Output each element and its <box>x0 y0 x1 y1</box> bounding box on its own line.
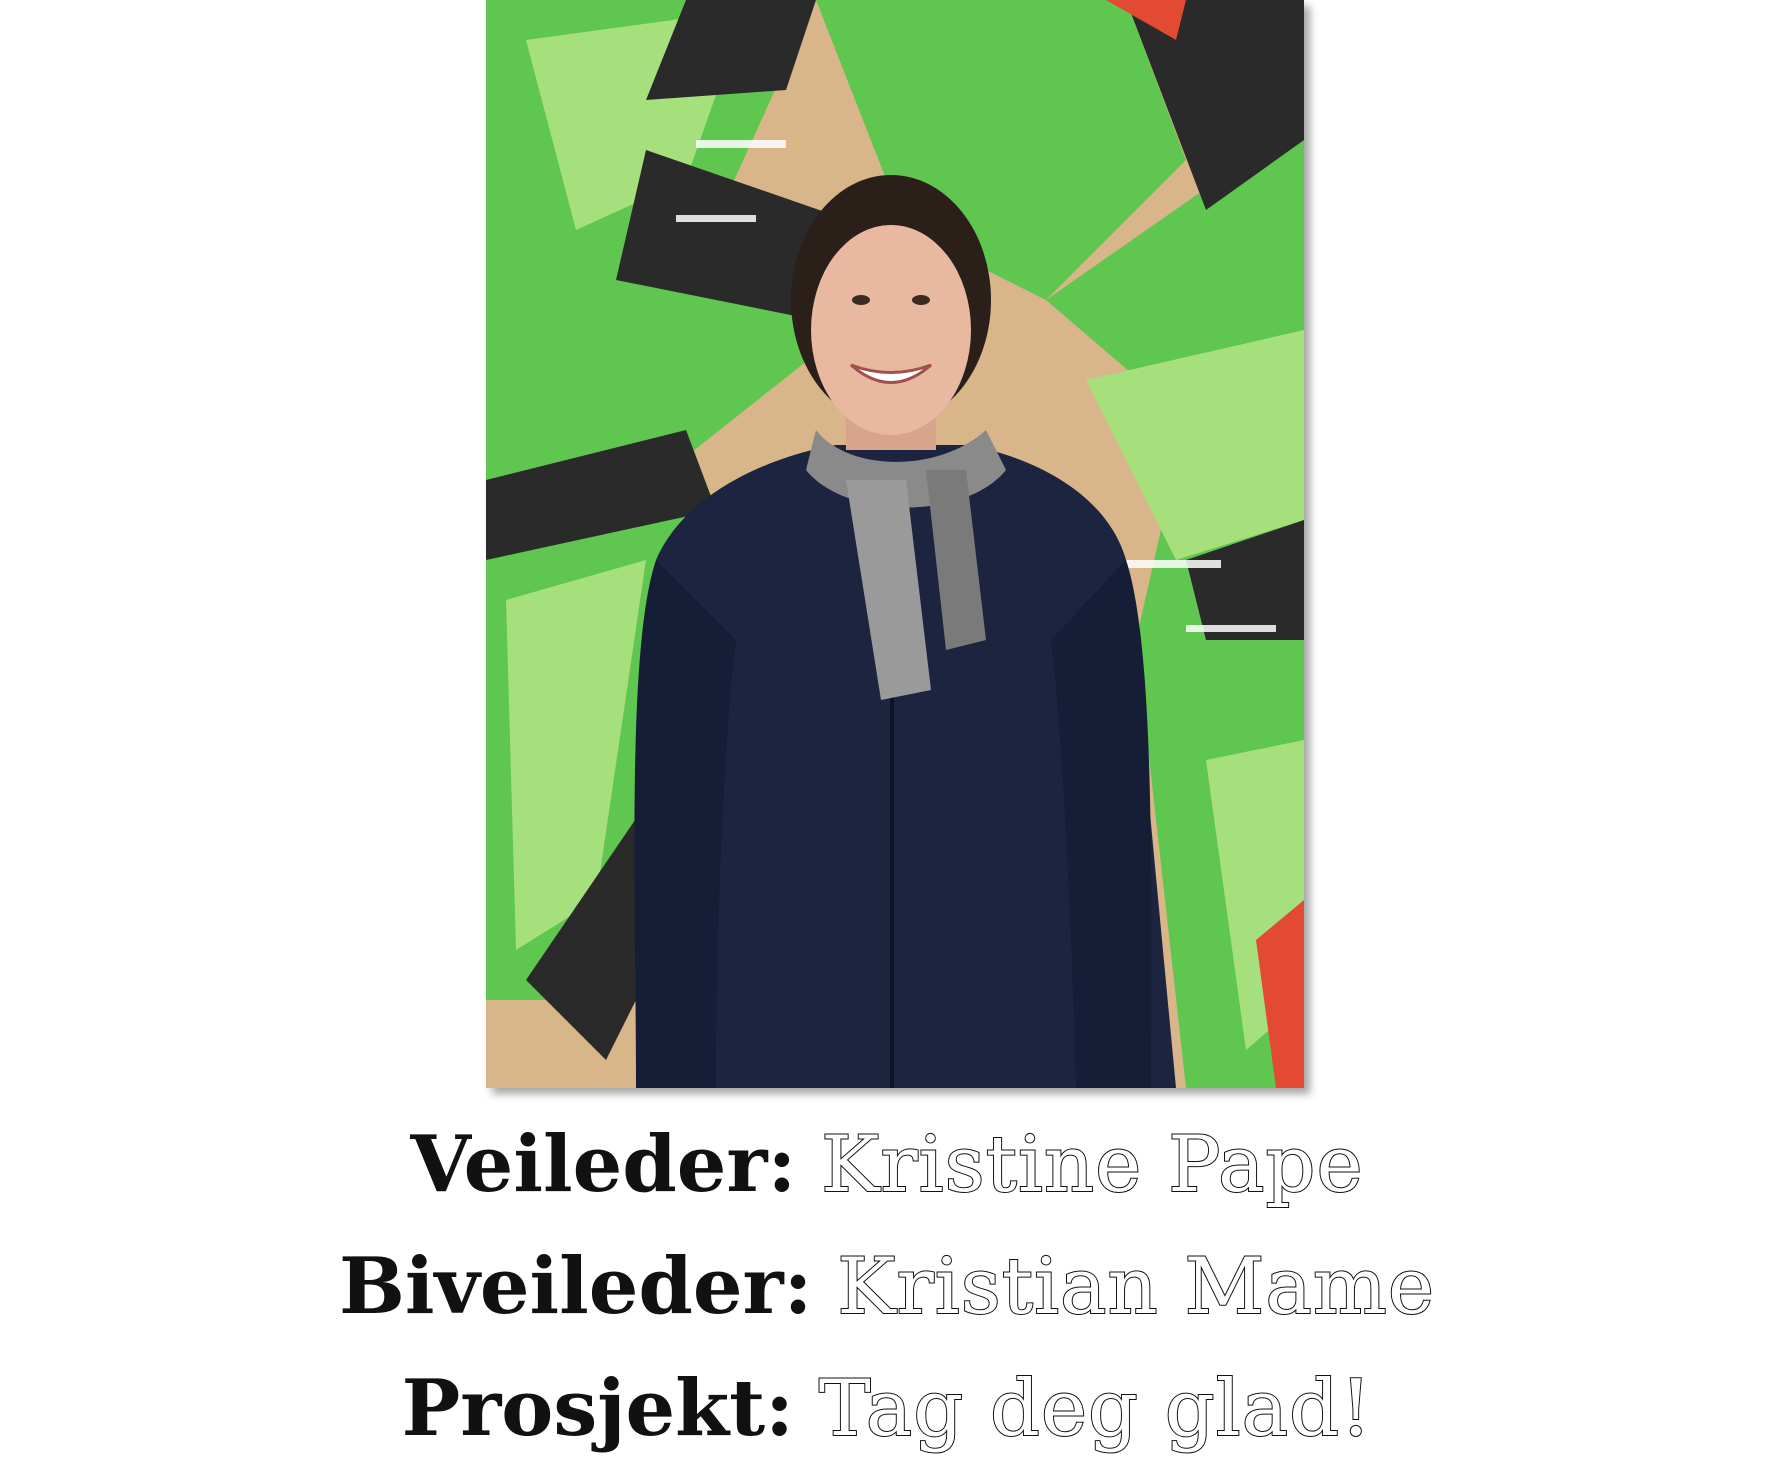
supervisor-line: Veileder: Kristine Pape <box>0 1125 1774 1205</box>
supervisor-name: Kristine Pape <box>820 1120 1364 1210</box>
supervisor-label: Veileder: <box>410 1119 797 1210</box>
portrait-photo <box>486 0 1304 1088</box>
project-label: Prosjekt: <box>401 1363 794 1454</box>
project-line: Prosjekt: Tag deg glad! <box>0 1369 1774 1449</box>
person-portrait-photo-icon <box>486 0 1304 1088</box>
co-supervisor-line: Biveileder: Kristian Mame <box>0 1247 1774 1327</box>
co-supervisor-label: Biveileder: <box>338 1241 813 1332</box>
project-name: Tag deg glad! <box>818 1364 1373 1454</box>
co-supervisor-name: Kristian Mame <box>836 1242 1436 1332</box>
